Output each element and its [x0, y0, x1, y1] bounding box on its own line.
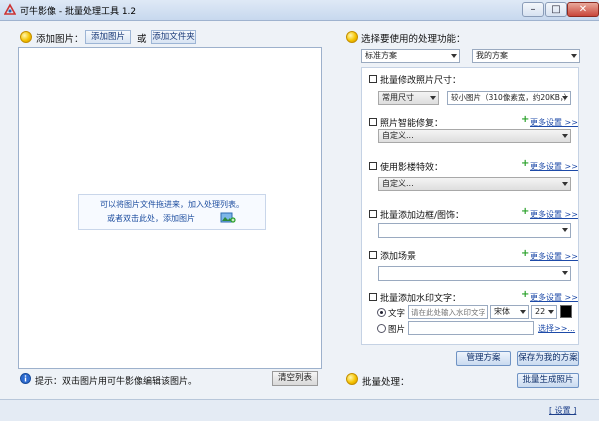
plus-icon: +	[521, 158, 530, 169]
maximize-button[interactable]: □	[545, 2, 567, 17]
resize-checkbox[interactable]	[369, 75, 377, 83]
add-folder-button[interactable]: 添加文件夹	[151, 30, 196, 44]
color-swatch[interactable]	[560, 305, 572, 318]
info-icon	[20, 373, 31, 384]
my-preset-select-value: 我的方案	[476, 51, 508, 60]
title-bar: 可牛影像 - 批量处理工具 1.2 – □ ✕	[0, 0, 599, 21]
font-select-value: 宋体	[494, 307, 510, 316]
preset-select-value: 标准方案	[365, 51, 397, 60]
function-orb-icon	[346, 31, 358, 43]
font-select[interactable]: 宋体	[490, 305, 529, 319]
effect-checkbox[interactable]	[369, 162, 377, 170]
scene-checkbox[interactable]	[369, 251, 377, 259]
repair-select[interactable]: 自定义...	[378, 129, 571, 143]
scene-label: 添加场景	[380, 252, 417, 262]
plus-icon: +	[521, 206, 530, 217]
drop-hint-box[interactable]: 可以将图片文件拖进来，加入处理列表。 或者双击此处，添加图片	[78, 194, 266, 230]
status-bar: [ 设置 ]	[0, 399, 599, 421]
watermark-text-radio-label: 文字	[388, 309, 406, 319]
resize-label: 批量修改照片尺寸：	[380, 76, 462, 86]
settings-link[interactable]: [ 设置 ]	[549, 405, 576, 416]
border-label: 批量添加边框/图饰：	[380, 211, 465, 221]
border-checkbox[interactable]	[369, 210, 377, 218]
drop-hint-line1: 可以将图片文件拖进来，加入处理列表。	[100, 200, 244, 209]
watermark-checkbox[interactable]	[369, 293, 377, 301]
drop-hint-line2: 或者双击此处，添加图片	[107, 214, 195, 223]
chevron-down-icon	[451, 54, 457, 58]
tip-text: 提示：双击图片用可牛影像编辑该图片。	[35, 377, 198, 387]
font-size-select[interactable]: 22	[531, 305, 557, 319]
border-more-link[interactable]: 更多设置 >>	[530, 209, 578, 220]
batch-label: 批量处理：	[362, 377, 410, 388]
watermark-more-link[interactable]: 更多设置 >>	[530, 292, 578, 303]
function-header: 选择要使用的处理功能：	[361, 34, 466, 45]
add-image-orb-icon	[20, 31, 32, 43]
batch-generate-button[interactable]: 批量生成照片	[517, 373, 579, 388]
watermark-image-radio-label: 图片	[388, 325, 406, 335]
repair-select-value: 自定义...	[382, 131, 414, 140]
scene-select[interactable]	[378, 266, 571, 281]
watermark-label: 批量添加水印文字：	[380, 294, 462, 304]
size-detail-select[interactable]: 较小图片（310像素宽，约20KB，）	[447, 91, 571, 105]
add-photo-icon	[220, 212, 236, 223]
chevron-down-icon	[571, 54, 577, 58]
watermark-image-path[interactable]	[408, 321, 534, 335]
plus-icon: +	[521, 248, 530, 259]
save-preset-button[interactable]: 保存为我的方案	[517, 351, 579, 366]
add-image-button[interactable]: 添加图片	[85, 30, 131, 44]
chevron-down-icon	[562, 96, 568, 100]
or-text: 或	[137, 34, 147, 45]
window-title: 可牛影像 - 批量处理工具 1.2	[20, 7, 137, 17]
batch-orb-icon	[346, 373, 358, 385]
clear-list-button[interactable]: 清空列表	[272, 371, 318, 386]
size-preset-select[interactable]: 常用尺寸	[378, 91, 439, 105]
effect-label: 使用影楼特效：	[380, 163, 444, 173]
preset-select[interactable]: 标准方案	[361, 49, 460, 63]
app-logo-icon	[4, 3, 16, 15]
add-image-label: 添加图片：	[36, 34, 84, 45]
chevron-down-icon	[430, 96, 436, 100]
font-size-value: 22	[535, 307, 546, 316]
plus-icon: +	[521, 114, 530, 125]
effect-select[interactable]: 自定义...	[378, 177, 571, 191]
plus-icon: +	[521, 289, 530, 300]
watermark-image-radio[interactable]	[377, 324, 386, 333]
watermark-text-radio[interactable]	[377, 308, 386, 317]
size-detail-value: 较小图片（310像素宽，约20KB，）	[451, 93, 571, 102]
repair-more-link[interactable]: 更多设置 >>	[530, 117, 578, 128]
my-preset-select[interactable]: 我的方案	[472, 49, 580, 63]
chevron-down-icon	[562, 271, 568, 275]
scene-more-link[interactable]: 更多设置 >>	[530, 251, 578, 262]
chevron-down-icon	[562, 182, 568, 186]
chevron-down-icon	[548, 310, 554, 314]
manage-preset-button[interactable]: 管理方案	[456, 351, 511, 366]
effect-more-link[interactable]: 更多设置 >>	[530, 161, 578, 172]
chevron-down-icon	[520, 310, 526, 314]
watermark-browse-link[interactable]: 选择>>...	[538, 323, 575, 334]
close-button[interactable]: ✕	[567, 2, 599, 17]
minimize-button[interactable]: –	[522, 2, 544, 17]
border-select[interactable]	[378, 223, 571, 238]
watermark-text-input[interactable]	[408, 305, 488, 319]
chevron-down-icon	[562, 134, 568, 138]
repair-checkbox[interactable]	[369, 118, 377, 126]
chevron-down-icon	[562, 228, 568, 232]
size-preset-value: 常用尺寸	[382, 93, 414, 102]
image-list-panel[interactable]: 可以将图片文件拖进来，加入处理列表。 或者双击此处，添加图片	[18, 47, 322, 369]
effect-select-value: 自定义...	[382, 179, 414, 188]
repair-label: 照片智能修复：	[380, 119, 444, 129]
